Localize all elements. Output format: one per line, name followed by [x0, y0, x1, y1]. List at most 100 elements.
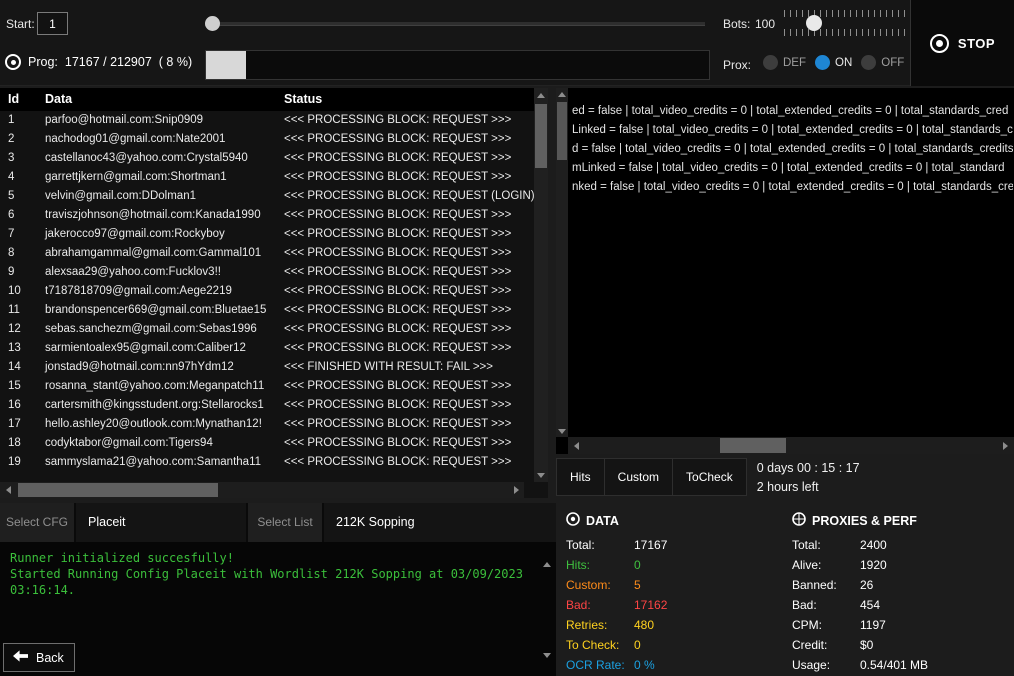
stat-label: Custom: [566, 575, 630, 595]
stop-record-icon [930, 34, 949, 53]
row-id: 4 [8, 168, 14, 187]
stat-label: To Check: [566, 635, 630, 655]
table-row[interactable]: 2nachodog01@gmail.com:Nate2001<<< PROCES… [0, 130, 534, 149]
row-id: 2 [8, 130, 14, 149]
radio-label: DEF [783, 57, 806, 69]
row-status: <<< PROCESSING BLOCK: REQUEST >>> [284, 320, 511, 339]
log-horizontal-scrollbar[interactable] [568, 437, 1014, 454]
data-stats-title: DATA [586, 514, 619, 528]
row-status: <<< PROCESSING BLOCK: REQUEST (LOGIN) [284, 187, 534, 206]
scroll-up-arrow-icon[interactable] [556, 88, 568, 100]
log-line: d = false | total_video_credits = 0 | to… [572, 140, 1013, 159]
elapsed-time: 0 days 00 : 15 : 17 [757, 459, 860, 478]
table-row[interactable]: 12 sebas.sanchezm@gmail.com:Sebas1996 <<< … [0, 320, 534, 339]
table-row[interactable]: 10t7187818709@gmail.com:Aege2219<<< PROC… [0, 282, 534, 301]
start-slider[interactable] [205, 15, 705, 33]
proxy-mode-off[interactable]: OFF [861, 55, 904, 70]
table-row[interactable]: 19sammyslama21@yahoo.com:Samantha11<<< P… [0, 453, 534, 472]
horizontal-scroll-thumb[interactable] [18, 483, 218, 497]
stat-label: Banned: [792, 575, 856, 595]
proxy-mode-on[interactable]: ON [815, 55, 852, 70]
select-cfg-button[interactable]: Select CFG [0, 503, 76, 542]
scroll-right-arrow-icon[interactable] [508, 482, 524, 498]
start-input[interactable] [37, 12, 68, 35]
scroll-left-arrow-icon[interactable] [568, 437, 585, 454]
table-row[interactable]: 7jakerocco97@gmail.com:Rockyboy<<< PROCE… [0, 225, 534, 244]
stat-value: 2400 [860, 535, 887, 555]
horizontal-scroll-thumb[interactable] [720, 438, 786, 453]
table-row[interactable]: 8abrahamgammal@gmail.com:Gammal101<<< PR… [0, 244, 534, 263]
row-id: 16 [8, 396, 21, 415]
bots-value: 100 [755, 17, 775, 31]
wordlist-name: 212K Sopping [324, 503, 556, 542]
table-row[interactable]: 11brandonspencer669@gmail.com:Bluetae15<… [0, 301, 534, 320]
stat-row: Total:17167 [566, 535, 781, 555]
table-row[interactable]: 13sarmientoalex95@gmail.com:Caliber12<<<… [0, 339, 534, 358]
back-arrow-icon [13, 650, 28, 665]
result-tabs: HitsCustomToCheck [556, 458, 747, 496]
column-header-data[interactable]: Data [45, 92, 72, 106]
table-row[interactable]: 15rosanna_stant@yahoo.com:Meganpatch11<<… [0, 377, 534, 396]
tab-hits[interactable]: Hits [556, 458, 605, 496]
back-button[interactable]: Back [3, 643, 75, 672]
vertical-scroll-thumb[interactable] [557, 102, 567, 160]
row-data: sebas.sanchezm@gmail.com:Sebas1996 [45, 320, 257, 339]
table-header: Id Data Status [0, 88, 548, 111]
table-row[interactable]: 6traviszjohnson@hotmail.com:Kanada1990<<… [0, 206, 534, 225]
table-row[interactable]: 16cartersmith@kingsstudent.org:Stellaroc… [0, 396, 534, 415]
table-row[interactable]: 14jonstad9@hotmail.com:nn97hYdm12<<< FIN… [0, 358, 534, 377]
row-id: 1 [8, 111, 14, 130]
table-vertical-scrollbar[interactable] [534, 88, 548, 482]
table-row[interactable]: 1parfoo@hotmail.com:Snip0909<<< PROCESSI… [0, 111, 534, 130]
start-slider-track[interactable] [205, 22, 705, 26]
bots-slider-thumb[interactable] [806, 15, 822, 31]
row-id: 19 [8, 453, 21, 472]
column-header-id[interactable]: Id [8, 92, 19, 106]
runner-log-scroll-up-icon[interactable] [543, 548, 551, 562]
table-horizontal-scrollbar[interactable] [0, 482, 524, 498]
row-data: abrahamgammal@gmail.com:Gammal101 [45, 244, 261, 263]
runner-log-scroll-down-icon[interactable] [543, 658, 551, 672]
stop-button[interactable]: STOP [910, 0, 1014, 86]
scroll-left-arrow-icon[interactable] [0, 482, 16, 498]
row-status: <<< PROCESSING BLOCK: REQUEST >>> [284, 396, 511, 415]
stat-label: Total: [566, 535, 630, 555]
stat-value: 454 [860, 595, 880, 615]
row-id: 10 [8, 282, 21, 301]
start-slider-thumb[interactable] [205, 16, 220, 31]
runner-log-line: Runner initialized succesfully! [10, 550, 546, 566]
data-stats-header: DATA [566, 512, 781, 529]
row-data: parfoo@hotmail.com:Snip0909 [45, 111, 203, 130]
scroll-up-arrow-icon[interactable] [534, 88, 548, 102]
scroll-down-arrow-icon[interactable] [556, 425, 568, 437]
table-row[interactable]: 17hello.ashley20@outlook.com:Mynathan12!… [0, 415, 534, 434]
stat-value: 17162 [634, 595, 667, 615]
stat-label: Alive: [792, 555, 856, 575]
prog-value: 17167 / 212907 [65, 55, 152, 69]
table-row[interactable]: 4garrettjkern@gmail.com:Shortman1<<< PRO… [0, 168, 534, 187]
timer-block: 0 days 00 : 15 : 17 2 hours left [757, 458, 860, 497]
proxy-mode-def[interactable]: DEF [763, 55, 806, 70]
data-stats-rows: Total:17167Hits:0Custom:5Bad:17162Retrie… [566, 535, 781, 675]
table-row[interactable]: 9alexsaa29@yahoo.com:Fucklov3!!<<< PROCE… [0, 263, 534, 282]
log-vertical-scrollbar[interactable] [556, 88, 568, 437]
scroll-down-arrow-icon[interactable] [534, 468, 548, 482]
results-tabs-row: HitsCustomToCheck 0 days 00 : 15 : 17 2 … [556, 458, 1014, 503]
table-row[interactable]: 18codyktabor@gmail.com:Tigers94<<< PROCE… [0, 434, 534, 453]
row-id: 15 [8, 377, 21, 396]
row-id: 17 [8, 415, 21, 434]
stat-value: 0 % [634, 655, 655, 675]
scroll-right-arrow-icon[interactable] [997, 437, 1014, 454]
vertical-scroll-thumb[interactable] [535, 104, 547, 168]
runner-log-line: 03:16:14. [10, 582, 546, 598]
row-id: 12 [8, 320, 21, 339]
table-row[interactable]: 5velvin@gmail.com:DDolman1<<< PROCESSING… [0, 187, 534, 206]
row-id: 18 [8, 434, 21, 453]
tab-tocheck[interactable]: ToCheck [673, 458, 747, 496]
select-list-button[interactable]: Select List [248, 503, 324, 542]
column-header-status[interactable]: Status [284, 92, 322, 106]
row-id: 9 [8, 263, 14, 282]
tab-custom[interactable]: Custom [605, 458, 673, 496]
bots-slider[interactable] [784, 10, 905, 36]
table-row[interactable]: 3castellanoc43@yahoo.com:Crystal5940<<< … [0, 149, 534, 168]
